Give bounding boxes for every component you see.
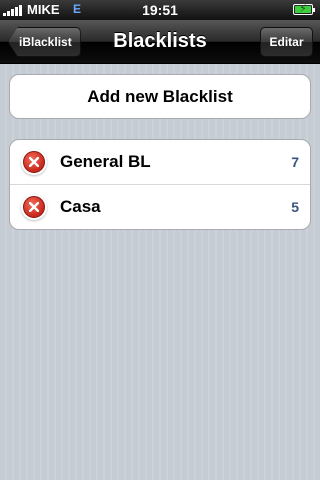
back-button[interactable]: iBlacklist xyxy=(8,27,81,57)
status-time: 19:51 xyxy=(142,2,178,18)
delete-icon[interactable] xyxy=(23,151,45,173)
blacklist-count: 7 xyxy=(291,154,299,170)
battery-charging-icon: ⚡ xyxy=(293,3,315,15)
edit-button[interactable]: Editar xyxy=(260,27,313,57)
add-blacklist-button[interactable]: Add new Blacklist xyxy=(9,74,311,119)
blacklist-count: 5 xyxy=(291,199,299,215)
delete-icon[interactable] xyxy=(23,196,45,218)
page-title: Blacklists xyxy=(113,30,207,52)
blacklist-list: General BL 7 Casa 5 xyxy=(9,139,311,230)
blacklist-name: General BL xyxy=(60,152,151,171)
blacklist-name: Casa xyxy=(60,197,101,216)
blacklist-row[interactable]: Casa 5 xyxy=(10,185,310,229)
status-bar: MIKE E 19:51 ⚡ xyxy=(0,0,320,20)
blacklist-row[interactable]: General BL 7 xyxy=(10,140,310,185)
navigation-bar: iBlacklist Blacklists Editar xyxy=(0,20,320,64)
